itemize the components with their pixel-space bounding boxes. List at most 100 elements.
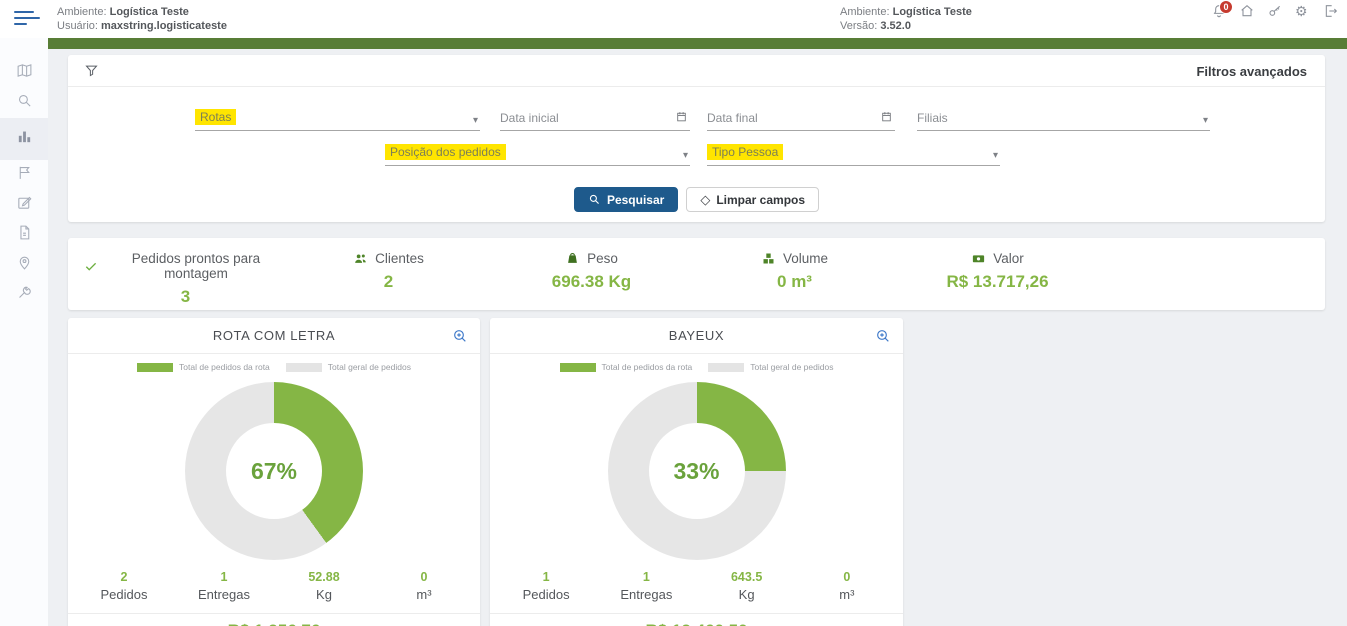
summary-item-pedidos-prontos: Pedidos prontos para montagem 3 <box>84 238 287 310</box>
filiais-label: Filiais <box>917 111 948 125</box>
money-icon <box>971 251 986 266</box>
sidebar-item-location[interactable] <box>0 250 48 280</box>
summary-item-volume: Volume 0 m³ <box>693 238 896 310</box>
tipo-pessoa-label: Tipo Pessoa <box>707 144 783 160</box>
chart-legend: Total de pedidos da rota Total geral de … <box>490 362 903 372</box>
summary-item-peso: Peso 696.38 Kg <box>490 238 693 310</box>
calendar-icon[interactable] <box>880 110 893 126</box>
summary-value: 0 m³ <box>693 272 896 292</box>
donut-chart: 67% <box>185 382 363 560</box>
home-icon[interactable] <box>1239 3 1255 19</box>
summary-value: 3 <box>84 287 287 307</box>
route-card-rota-com-letra: ROTA COM LETRA Total de pedidos da rota … <box>68 318 480 626</box>
sidebar-item-routes[interactable] <box>0 160 48 190</box>
route-card-total: R$ 1.256,76 <box>68 614 480 626</box>
legend-swatch-gray <box>286 363 322 372</box>
legend-swatch-green <box>560 363 596 372</box>
pesquisar-button[interactable]: Pesquisar <box>574 187 678 212</box>
rotas-select[interactable]: Rotas ▾ <box>195 105 480 131</box>
clear-diamond-icon: ◇ <box>700 192 710 208</box>
header-icon-bar: 0 ⚙ <box>1211 3 1339 19</box>
search-icon <box>588 193 601 206</box>
posicao-pedidos-select[interactable]: Posição dos pedidos ▾ <box>385 140 690 166</box>
top-header: Ambiente: Logística Teste Usuário: maxst… <box>0 0 1347 38</box>
summary-card: Pedidos prontos para montagem 3 Clientes… <box>68 238 1325 310</box>
sidebar-item-edit[interactable] <box>0 190 48 220</box>
map-icon <box>16 62 33 84</box>
data-inicial-label: Data inicial <box>500 111 559 125</box>
accent-bar <box>48 38 1347 49</box>
chevron-down-icon: ▾ <box>473 115 478 126</box>
ambiente-value-2: Logística Teste <box>893 6 972 18</box>
filter-buttons-row: Pesquisar ◇ Limpar campos <box>68 187 1325 212</box>
menu-toggle-icon[interactable] <box>14 11 40 25</box>
filter-funnel-icon[interactable] <box>84 63 99 83</box>
tipo-pessoa-select[interactable]: Tipo Pessoa ▾ <box>707 140 1000 166</box>
calendar-icon[interactable] <box>675 110 688 126</box>
sidebar-item-search[interactable] <box>0 88 48 118</box>
filiais-select[interactable]: Filiais ▾ <box>917 105 1210 131</box>
summary-item-valor: Valor R$ 13.717,26 <box>896 238 1099 310</box>
data-inicial-input[interactable]: Data inicial <box>500 105 690 131</box>
app-window: Ambiente: Logística Teste Usuário: maxst… <box>0 0 1347 626</box>
notifications-bell-icon[interactable]: 0 <box>1211 3 1227 19</box>
sidebar-item-dashboard[interactable] <box>0 118 48 160</box>
route-card-bayeux: BAYEUX Total de pedidos da rota Total ge… <box>490 318 903 626</box>
document-icon <box>16 224 33 246</box>
donut-chart: 33% <box>608 382 786 560</box>
route-card-stats: 2 Pedidos 1 Entregas 52.88 Kg 0 m³ <box>68 570 480 602</box>
usuario-label: Usuário: <box>57 20 98 32</box>
chevron-down-icon: ▾ <box>993 150 998 161</box>
zoom-in-icon[interactable] <box>875 328 891 349</box>
sidebar <box>0 38 48 626</box>
chevron-down-icon: ▾ <box>1203 115 1208 126</box>
data-final-input[interactable]: Data final <box>707 105 895 131</box>
location-pin-icon <box>16 254 33 276</box>
ambiente-label-2: Ambiente: <box>840 6 890 18</box>
chart-legend: Total de pedidos da rota Total geral de … <box>68 362 480 372</box>
logout-icon[interactable] <box>1323 3 1339 19</box>
sidebar-item-map[interactable] <box>0 58 48 88</box>
ambiente-label: Ambiente: <box>57 6 107 18</box>
weight-icon <box>565 251 580 266</box>
summary-value: 2 <box>287 272 490 292</box>
search-icon <box>16 92 33 114</box>
route-card-total: R$ 12.460,50 <box>490 614 903 626</box>
legend-swatch-green <box>137 363 173 372</box>
versao-label: Versão: <box>840 20 877 32</box>
check-icon <box>84 259 98 274</box>
sidebar-item-document[interactable] <box>0 220 48 250</box>
flag-icon <box>16 164 33 186</box>
data-final-label: Data final <box>707 111 758 125</box>
donut-percent-label: 67% <box>226 423 322 519</box>
filters-card: Filtros avançados Rotas ▾ Data inicial D… <box>68 55 1325 222</box>
versao-value: 3.52.0 <box>880 20 911 32</box>
summary-item-clientes: Clientes 2 <box>287 238 490 310</box>
clients-icon <box>353 251 368 266</box>
route-card-stats: 1 Pedidos 1 Entregas 643.5 Kg 0 m³ <box>490 570 903 602</box>
notification-badge: 0 <box>1219 0 1233 14</box>
volume-cubes-icon <box>761 251 776 266</box>
zoom-in-icon[interactable] <box>452 328 468 349</box>
summary-value: R$ 13.717,26 <box>896 272 1099 292</box>
rotas-label: Rotas <box>195 109 236 125</box>
chevron-down-icon: ▾ <box>683 150 688 161</box>
edit-pencil-icon <box>16 194 33 216</box>
donut-percent-label: 33% <box>649 423 745 519</box>
summary-value: 696.38 Kg <box>490 272 693 292</box>
main-content: Filtros avançados Rotas ▾ Data inicial D… <box>48 49 1347 626</box>
usuario-value: maxstring.logisticateste <box>101 20 227 32</box>
settings-gear-icon[interactable]: ⚙ <box>1295 3 1311 19</box>
limpar-campos-button[interactable]: ◇ Limpar campos <box>686 187 819 212</box>
key-icon[interactable] <box>1267 3 1283 19</box>
sidebar-item-tools[interactable] <box>0 280 48 310</box>
wrench-icon <box>16 284 33 306</box>
advanced-filters-title: Filtros avançados <box>1196 64 1307 79</box>
legend-swatch-gray <box>708 363 744 372</box>
environment-info-center: Ambiente: Logística Teste Versão: 3.52.0 <box>840 5 972 33</box>
environment-info-left: Ambiente: Logística Teste Usuário: maxst… <box>57 5 227 33</box>
posicao-pedidos-label: Posição dos pedidos <box>385 144 506 160</box>
bar-chart-icon <box>16 128 33 150</box>
route-card-title: ROTA COM LETRA <box>68 318 480 354</box>
ambiente-value: Logística Teste <box>110 6 189 18</box>
